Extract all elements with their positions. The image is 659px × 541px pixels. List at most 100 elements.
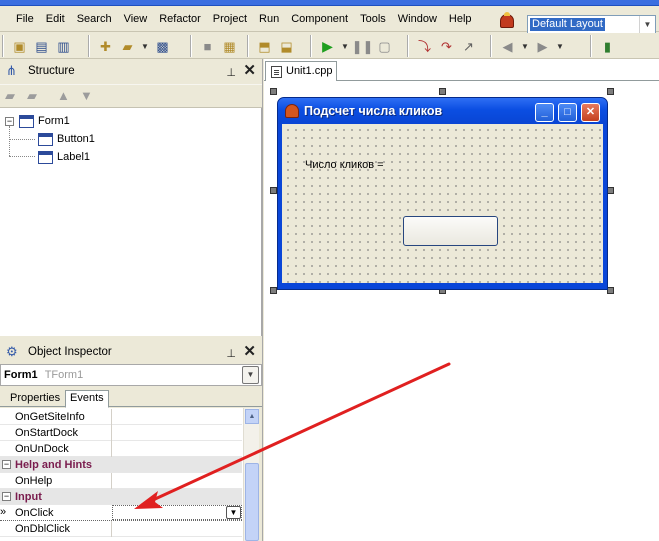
menu-edit[interactable]: Edit — [40, 13, 71, 26]
chevron-down-icon[interactable]: ▼ — [555, 42, 565, 51]
event-row-selected[interactable]: » OnClick ▼ — [0, 505, 242, 521]
collapse-icon[interactable]: − — [2, 492, 11, 501]
new-file-icon[interactable]: ✚ — [96, 37, 115, 55]
run-icon[interactable]: ▶ — [318, 37, 337, 55]
event-row[interactable]: OnDblClick — [0, 521, 242, 537]
close-icon[interactable]: ✕ — [243, 342, 256, 362]
view-unit-icon[interactable]: ▦ — [220, 37, 239, 55]
new-items-icon[interactable]: ▣ — [10, 37, 29, 55]
step-over-icon[interactable]: ↷ — [437, 37, 456, 55]
tree-node-label: Button1 — [57, 133, 95, 145]
chevron-down-icon[interactable]: ▼ — [340, 42, 350, 51]
collapse-icon[interactable]: − — [2, 460, 11, 469]
form-client-area[interactable]: Число кликов = — [282, 124, 603, 283]
category-row[interactable]: − Help and Hints — [0, 457, 242, 473]
category-name: Input — [15, 491, 42, 503]
arrow-down-icon[interactable]: ▼ — [80, 88, 93, 103]
tab-events[interactable]: Events — [65, 390, 109, 408]
resize-handle[interactable] — [270, 187, 277, 194]
open-file-icon[interactable]: ▰ — [118, 37, 137, 55]
layout-combo-value: Default Layout — [530, 18, 605, 31]
toggle-form-unit-icon[interactable]: ■ — [198, 37, 217, 55]
arrow-up-icon[interactable]: ▲ — [57, 88, 70, 103]
add-to-project-icon[interactable]: ⬒ — [255, 37, 274, 55]
tab-unit1[interactable]: Unit1.cpp — [265, 61, 337, 81]
form-title-bar[interactable]: Подсчет числа кликов _ □ ✕ — [278, 98, 607, 124]
folder-icon[interactable]: ▰ — [27, 88, 37, 104]
toolbar-group-help: ▮ — [590, 35, 617, 57]
back-arrow-icon[interactable]: ◀ — [498, 37, 517, 55]
tree-node-label-component[interactable]: Label1 — [38, 149, 90, 165]
event-handler-input[interactable] — [112, 505, 242, 520]
chevron-down-icon[interactable]: ▼ — [520, 42, 530, 51]
menu-project[interactable]: Project — [207, 13, 253, 26]
scroll-up-icon[interactable]: ▲ — [245, 409, 259, 424]
layout-combo[interactable]: Default Layout ▼ — [527, 15, 656, 34]
click-button[interactable] — [403, 216, 498, 246]
menu-window[interactable]: Window — [392, 13, 443, 26]
app-icon — [285, 104, 299, 118]
forward-arrow-icon[interactable]: ▶ — [533, 37, 552, 55]
inspector-scrollbar[interactable]: ▲ — [243, 408, 259, 541]
trace-into-icon[interactable]: ⤵ — [415, 37, 434, 55]
inspector-tabs: Properties Events — [0, 389, 262, 408]
save-icon[interactable]: ▩ — [153, 37, 172, 55]
scrollbar-thumb[interactable] — [245, 463, 259, 541]
menu-component[interactable]: Component — [285, 13, 354, 26]
help-book-icon[interactable]: ▮ — [598, 37, 617, 55]
menu-tools[interactable]: Tools — [354, 13, 392, 26]
menu-view[interactable]: View — [118, 13, 154, 26]
resize-handle[interactable] — [439, 88, 446, 95]
resize-handle[interactable] — [270, 88, 277, 95]
collapse-icon[interactable]: − — [5, 116, 14, 126]
tab-properties[interactable]: Properties — [6, 391, 64, 407]
toolbar-group-debug: ⤵ ↷ ↗ — [407, 35, 478, 57]
event-row[interactable]: OnUnDock — [0, 441, 242, 457]
remove-from-project-icon[interactable]: ⬓ — [277, 37, 296, 55]
stop-icon[interactable]: ▢ — [375, 37, 394, 55]
resize-handle[interactable] — [270, 287, 277, 294]
tree-node-label: Form1 — [38, 115, 70, 127]
category-row[interactable]: − Input — [0, 489, 242, 505]
panel-splitter[interactable] — [262, 59, 263, 541]
chevron-down-icon[interactable]: ▼ — [639, 16, 655, 33]
click-count-label[interactable]: Число кликов = — [305, 159, 384, 171]
toolbar-group-files: ▣ ▤ ▥ — [2, 35, 73, 57]
event-name: OnStartDock — [15, 427, 78, 439]
close-icon[interactable]: ✕ — [243, 61, 256, 81]
designed-form[interactable]: Подсчет числа кликов _ □ ✕ Число кликов … — [277, 97, 608, 290]
menu-file[interactable]: File — [8, 13, 40, 26]
pin-icon[interactable]: ⊥ — [226, 344, 236, 364]
menu-help[interactable]: Help — [443, 13, 478, 26]
grid-divider — [111, 409, 112, 425]
resize-handle[interactable] — [607, 287, 614, 294]
event-row[interactable]: OnGetSiteInfo — [0, 409, 242, 425]
pause-icon[interactable]: ❚❚ — [352, 37, 374, 55]
object-selector[interactable]: Form1 TForm1 ▼ — [0, 364, 262, 386]
resize-handle[interactable] — [607, 88, 614, 95]
grid-divider — [111, 441, 112, 457]
maximize-button[interactable]: □ — [558, 103, 577, 122]
chevron-down-icon[interactable]: ▼ — [242, 366, 259, 384]
save-all-icon[interactable]: ▤ — [32, 37, 51, 55]
tree-node-button[interactable]: Button1 — [38, 131, 95, 147]
chevron-down-icon[interactable]: ▼ — [140, 42, 150, 51]
run-until-return-icon[interactable]: ↗ — [459, 37, 478, 55]
tree-node-label: Label1 — [57, 151, 91, 163]
event-row[interactable]: OnHelp — [0, 473, 242, 489]
object-inspector-title: Object Inspector — [28, 346, 112, 358]
resize-handle[interactable] — [607, 187, 614, 194]
close-button[interactable]: ✕ — [581, 103, 600, 122]
toolbar-group-view: ■ ▦ — [190, 35, 239, 57]
menu-search[interactable]: Search — [71, 13, 118, 26]
folder-open-icon[interactable]: ▰ — [5, 88, 15, 104]
project-options-icon[interactable]: ▥ — [54, 37, 73, 55]
minimize-button[interactable]: _ — [535, 103, 554, 122]
menu-refactor[interactable]: Refactor — [153, 13, 207, 26]
tree-node-form[interactable]: − Form1 — [5, 113, 70, 129]
chevron-down-icon[interactable]: ▼ — [226, 506, 241, 519]
event-row[interactable]: OnStartDock — [0, 425, 242, 441]
menu-run[interactable]: Run — [253, 13, 285, 26]
toolbar-group-project: ⬒ ⬓ — [247, 35, 296, 57]
pin-icon[interactable]: ⊥ — [226, 63, 236, 83]
